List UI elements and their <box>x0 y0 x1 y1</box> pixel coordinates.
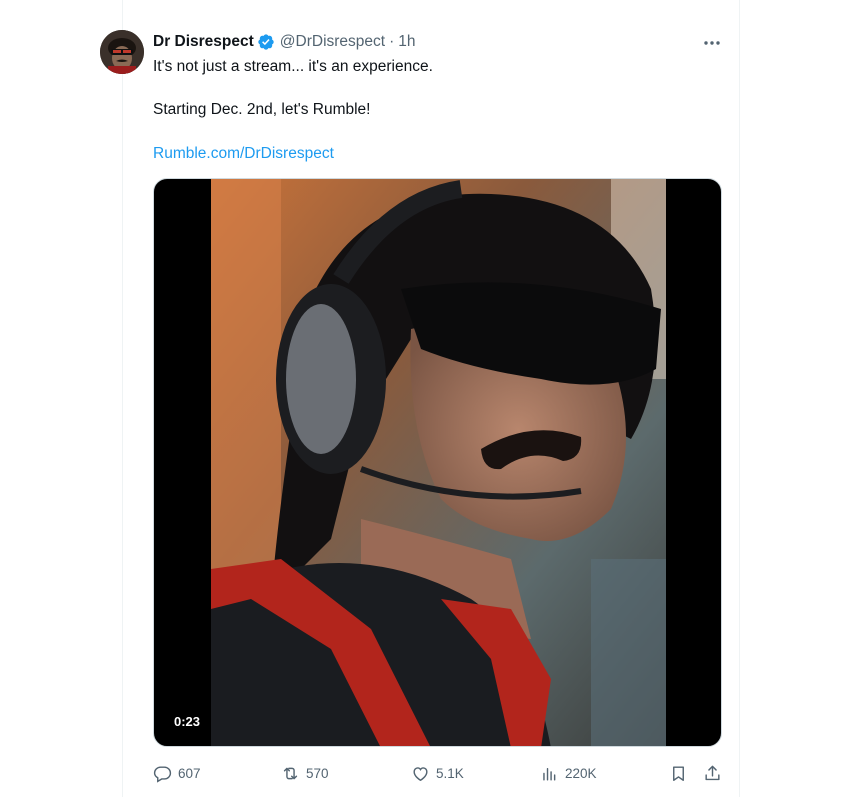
author-name[interactable]: Dr Disrespect <box>153 33 254 51</box>
heart-icon <box>411 764 430 783</box>
repost-button[interactable]: 570 <box>281 762 329 784</box>
bookmark-icon <box>669 764 688 783</box>
more-options-button[interactable] <box>700 32 724 52</box>
views-button[interactable]: 220K <box>540 762 597 784</box>
repost-count: 570 <box>306 765 329 781</box>
tweet-link[interactable]: Rumble.com/DrDisrespect <box>153 144 334 164</box>
view-count: 220K <box>565 765 597 781</box>
tweet-text-line-2: Starting Dec. 2nd, let's Rumble! <box>153 101 371 118</box>
reply-icon <box>153 764 172 783</box>
tweet-timestamp[interactable]: 1h <box>398 33 415 51</box>
author-avatar[interactable] <box>100 30 144 74</box>
like-button[interactable]: 5.1K <box>411 762 464 784</box>
reply-button[interactable]: 607 <box>153 762 201 784</box>
views-chart-icon <box>540 764 559 783</box>
share-icon <box>703 764 722 783</box>
tweet-actions: 607 570 5.1K 220K <box>153 762 725 784</box>
tweet-header: Dr Disrespect @DrDisrespect · 1h <box>153 32 416 52</box>
verified-badge-icon[interactable] <box>257 33 275 51</box>
share-button[interactable] <box>703 762 722 784</box>
timeline-border <box>739 0 740 797</box>
bookmark-button[interactable] <box>669 762 688 784</box>
like-count: 5.1K <box>436 765 464 781</box>
tweet-text-line-1: It's not just a stream... it's an experi… <box>153 58 433 75</box>
more-options-icon <box>703 33 721 51</box>
video-thumbnail <box>211 179 666 746</box>
header-separator: · <box>389 33 395 50</box>
video-player[interactable]: 0:23 <box>153 178 722 747</box>
author-handle[interactable]: @DrDisrespect <box>280 33 385 51</box>
repost-icon <box>281 764 300 783</box>
thread-line <box>122 0 123 797</box>
reply-count: 607 <box>178 765 201 781</box>
video-duration: 0:23 <box>168 711 207 732</box>
